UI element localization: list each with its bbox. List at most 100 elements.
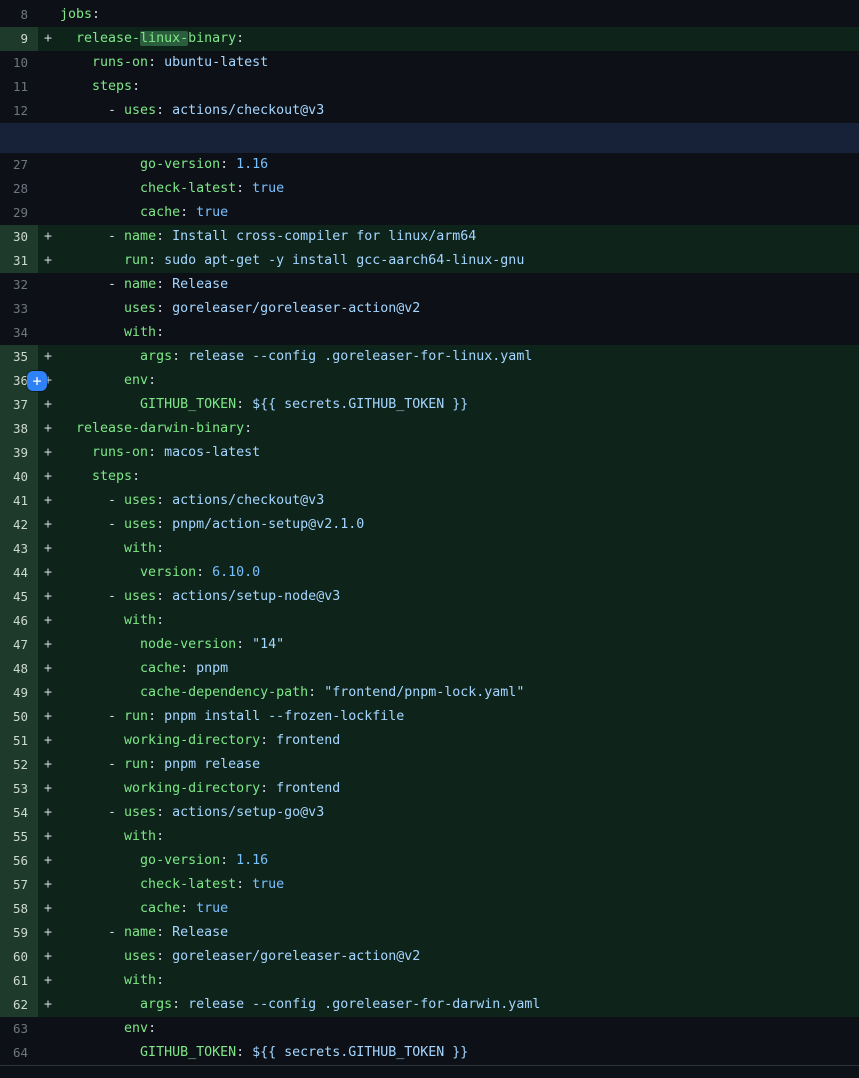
line-number[interactable]: 39 [0,441,38,465]
code-token: ${{ secrets.GITHUB_TOKEN }} [252,1045,468,1060]
code-line: jobs: [60,3,100,27]
diff-row: 46+ with: [0,609,859,633]
diff-marker: + [38,417,60,441]
code-token: with [60,541,156,556]
diff-row: 61+ with: [0,969,859,993]
code-token: uses [124,103,156,118]
code-line: release-linux-binary: [60,27,244,51]
line-number[interactable]: 31 [0,249,38,273]
code-token: : [92,7,100,22]
diff-row: 36+ env:+ [0,369,859,393]
line-number[interactable]: 27 [0,153,38,177]
line-number[interactable]: 49 [0,681,38,705]
code-token: uses [124,589,156,604]
line-number[interactable]: 38 [0,417,38,441]
code-token: : [156,229,172,244]
code-line: with: [60,969,164,993]
line-number[interactable]: 10 [0,51,38,75]
code-token: GITHUB_TOKEN [60,397,236,412]
code-line: check-latest: true [60,177,284,201]
code-token: uses [124,805,156,820]
code-token: with [60,973,156,988]
code-line: env: [60,369,156,393]
code-line: check-latest: true [60,873,284,897]
code-token: actions/setup-node@v3 [172,589,340,604]
code-token: Release [172,277,228,292]
line-number[interactable]: 29 [0,201,38,225]
line-number[interactable]: 51 [0,729,38,753]
line-number[interactable]: 33 [0,297,38,321]
line-number[interactable]: 44 [0,561,38,585]
line-number[interactable]: 64 [0,1041,38,1065]
diff-row: 9+ release-linux-binary: [0,27,859,51]
code-token: : [156,301,172,316]
line-number[interactable]: 12 [0,99,38,123]
line-number[interactable]: 35 [0,345,38,369]
line-number[interactable]: 41 [0,489,38,513]
line-number[interactable]: 53 [0,777,38,801]
expand-hunk-row[interactable] [0,123,859,153]
line-number[interactable]: 58 [0,897,38,921]
line-number[interactable]: 46 [0,609,38,633]
line-number[interactable]: 48 [0,657,38,681]
line-number[interactable]: 59 [0,921,38,945]
code-token: env [60,373,148,388]
line-number[interactable]: 34 [0,321,38,345]
line-number[interactable]: 60 [0,945,38,969]
diff-row: 56+ go-version: 1.16 [0,849,859,873]
line-number[interactable]: 56 [0,849,38,873]
diff-row: 41+ - uses: actions/checkout@v3 [0,489,859,513]
code-token: jobs [60,7,92,22]
diff-marker [38,273,60,297]
line-number[interactable]: 43 [0,537,38,561]
code-token: run [60,253,148,268]
line-number[interactable]: 30 [0,225,38,249]
diff-row: 55+ with: [0,825,859,849]
diff-row: 57+ check-latest: true [0,873,859,897]
code-token: run [124,757,148,772]
line-number[interactable]: 9 [0,27,38,51]
code-token: actions/setup-go@v3 [172,805,324,820]
line-number[interactable]: 42 [0,513,38,537]
line-number[interactable]: 37 [0,393,38,417]
code-token: : [236,1045,252,1060]
line-number[interactable]: 63 [0,1017,38,1041]
line-number[interactable]: 62 [0,993,38,1017]
code-line: node-version: "14" [60,633,284,657]
code-line: version: 6.10.0 [60,561,260,585]
line-number[interactable]: 61 [0,969,38,993]
code-token: release --config .goreleaser-for-darwin.… [188,997,540,1012]
code-token: check-latest [60,181,236,196]
code-token: 1.16 [236,157,268,172]
diff-row: 39+ runs-on: macos-latest [0,441,859,465]
diff-marker [38,177,60,201]
code-token: Release [172,925,228,940]
line-number[interactable]: 52 [0,753,38,777]
code-line: with: [60,609,164,633]
line-number[interactable]: 40 [0,465,38,489]
code-token: true [196,901,228,916]
diff-marker: + [38,993,60,1017]
code-token: : [236,181,252,196]
line-number[interactable]: 45 [0,585,38,609]
code-token: Install cross-compiler for linux/arm64 [172,229,476,244]
code-token: : [220,157,236,172]
line-number[interactable]: 32 [0,273,38,297]
diff-row: 47+ node-version: "14" [0,633,859,657]
diff-marker: + [38,489,60,513]
code-token: - [60,277,124,292]
line-number[interactable]: 8 [0,3,38,27]
line-number[interactable]: 54 [0,801,38,825]
code-token: : [220,853,236,868]
line-number[interactable]: 28 [0,177,38,201]
line-number[interactable]: 57 [0,873,38,897]
line-number[interactable]: 50 [0,705,38,729]
line-number[interactable]: 55 [0,825,38,849]
add-comment-button[interactable]: + [27,371,47,391]
code-token: release-darwin-binary [60,421,244,436]
code-token: 6.10.0 [212,565,260,580]
line-number[interactable]: 11 [0,75,38,99]
diff-row: 29 cache: true [0,201,859,225]
diff-marker: + [38,225,60,249]
line-number[interactable]: 47 [0,633,38,657]
